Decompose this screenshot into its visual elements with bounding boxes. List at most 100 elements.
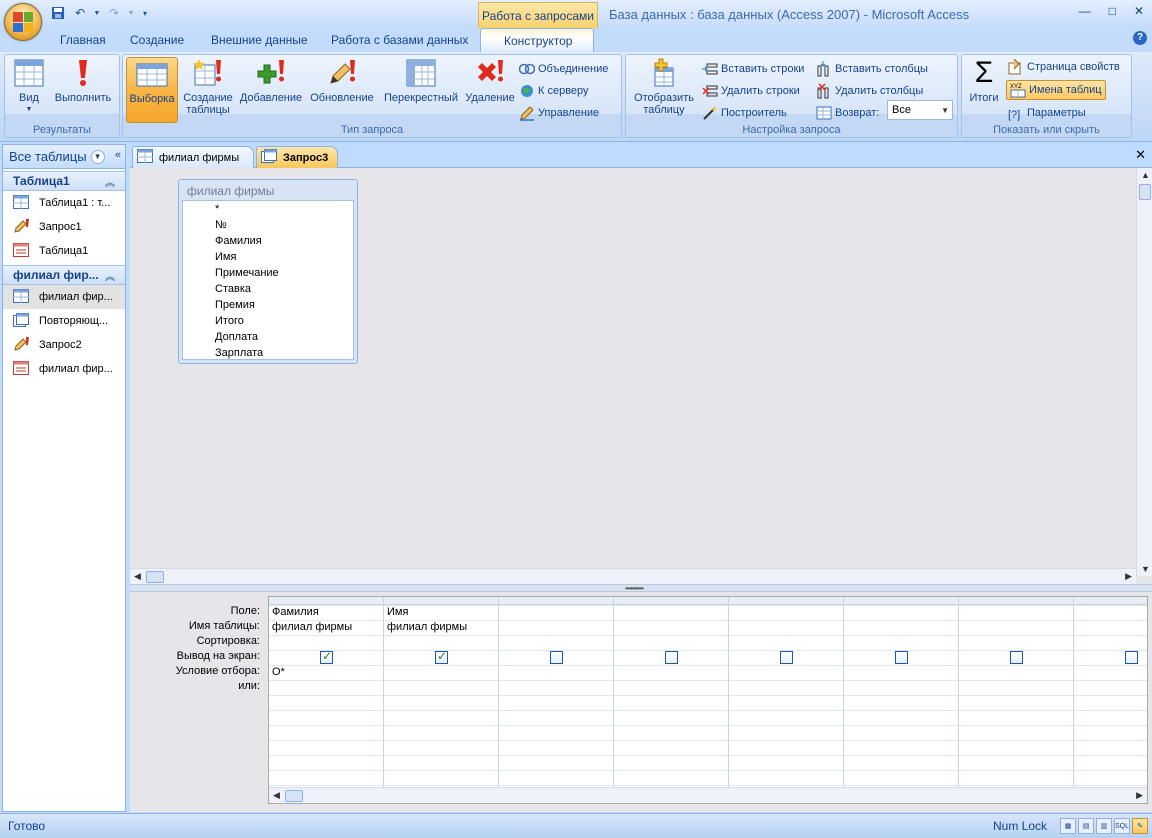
vertical-scrollbar[interactable]: ▲ ▼	[1136, 168, 1152, 576]
datasheet-view-icon[interactable]: ▦	[1060, 818, 1076, 834]
save-icon[interactable]	[50, 5, 66, 21]
table-names-button[interactable]: XYZ Имена таблиц	[1006, 80, 1106, 100]
union-query-button[interactable]: Объединение	[519, 61, 608, 77]
tab-create[interactable]: Создание	[130, 33, 184, 47]
scroll-down-icon[interactable]: ▼	[1141, 564, 1150, 574]
grid-cell-criteria[interactable]	[614, 665, 729, 680]
run-button[interactable]: Выполнить	[51, 57, 115, 104]
maximize-icon[interactable]: □	[1109, 4, 1116, 18]
show-checkbox[interactable]	[550, 651, 563, 664]
grid-cell-field[interactable]: Имя	[384, 605, 499, 620]
pivot-chart-view-icon[interactable]: ▥	[1096, 818, 1112, 834]
field-item[interactable]: Имя	[183, 249, 353, 265]
grid-cell-table[interactable]	[729, 620, 844, 635]
double-chevron-left-icon[interactable]: «	[115, 149, 121, 161]
redo-icon[interactable]: ↷	[106, 5, 122, 21]
office-button[interactable]	[4, 3, 42, 41]
return-dropdown[interactable]: Все ▼	[887, 100, 953, 120]
grid-cell-criteria[interactable]	[384, 665, 499, 680]
totals-button[interactable]: Σ Итоги	[964, 57, 1004, 105]
select-query-button[interactable]: Выборка	[126, 57, 178, 123]
append-query-button[interactable]: Добавление	[237, 57, 305, 104]
field-item[interactable]: №	[183, 217, 353, 233]
show-table-button[interactable]: Отобразить таблицу	[628, 57, 700, 116]
nav-item-query1[interactable]: Запрос1	[3, 215, 125, 239]
double-chevron-up-icon[interactable]: ︽	[105, 174, 115, 189]
tab-home[interactable]: Главная	[60, 33, 106, 47]
show-checkbox[interactable]	[435, 649, 448, 664]
chevron-down-icon[interactable]: ▼	[90, 149, 105, 164]
show-checkbox[interactable]	[895, 651, 908, 664]
grid-cell-table[interactable]	[499, 620, 614, 635]
nav-group-branch[interactable]: филиал фир... ︽	[3, 265, 125, 285]
field-item[interactable]: Премия	[183, 297, 353, 313]
builder-button[interactable]: Построитель	[702, 105, 787, 121]
grid-cell-field[interactable]: Фамилия	[269, 605, 384, 620]
grid-cell-field[interactable]	[614, 605, 729, 620]
insert-rows-button[interactable]: Вставить строки	[702, 61, 804, 77]
undo-dropdown-icon[interactable]: ▼	[94, 5, 101, 21]
double-chevron-up-icon[interactable]: ︽	[105, 268, 115, 283]
grid-cell-criteria[interactable]	[729, 665, 844, 680]
tab-external-data[interactable]: Внешние данные	[211, 33, 308, 47]
close-document-icon[interactable]: ✕	[1135, 147, 1146, 163]
grid-cell-criteria[interactable]	[1074, 665, 1147, 680]
grid-cell-criteria[interactable]: О*	[269, 665, 384, 680]
delete-rows-button[interactable]: Удалить строки	[702, 83, 800, 99]
nav-item-table1-form[interactable]: Таблица1	[3, 239, 125, 263]
show-checkbox[interactable]	[780, 651, 793, 664]
field-item[interactable]: Ставка	[183, 281, 353, 297]
show-checkbox[interactable]	[1125, 651, 1138, 664]
field-item[interactable]: Фамилия	[183, 233, 353, 249]
horizontal-scrollbar-grid[interactable]: ◀ ▶	[269, 787, 1147, 803]
nav-item-branch-table[interactable]: филиал фир...	[3, 285, 125, 309]
crosstab-query-button[interactable]: Перекрестный	[379, 57, 463, 104]
grid-cell-field[interactable]	[959, 605, 1074, 620]
scroll-right-icon[interactable]: ▶	[1125, 571, 1132, 582]
update-query-button[interactable]: Обновление	[307, 57, 377, 104]
undo-icon[interactable]: ↶	[72, 5, 88, 21]
insert-columns-button[interactable]: Вставить столбцы	[816, 61, 928, 77]
field-item[interactable]: *	[183, 201, 353, 217]
scrollbar-thumb[interactable]	[146, 571, 164, 583]
grid-cell-criteria[interactable]	[499, 665, 614, 680]
minimize-icon[interactable]: —	[1079, 4, 1091, 18]
close-icon[interactable]: ✕	[1134, 4, 1144, 18]
grid-cell-field[interactable]	[844, 605, 959, 620]
field-item[interactable]: Примечание	[183, 265, 353, 281]
field-item[interactable]: Итого	[183, 313, 353, 329]
scroll-left-icon[interactable]: ◀	[134, 571, 141, 582]
scroll-left-icon[interactable]: ◀	[273, 790, 280, 801]
scrollbar-thumb[interactable]	[285, 790, 303, 802]
customize-toolbar-icon[interactable]: ▾	[140, 5, 150, 21]
grid-cell-field[interactable]	[729, 605, 844, 620]
help-icon[interactable]: ?	[1133, 31, 1147, 45]
data-definition-button[interactable]: Управление	[519, 105, 599, 121]
nav-group-table1[interactable]: Таблица1 ︽	[3, 171, 125, 191]
nav-item-branch-form[interactable]: филиал фир...	[3, 357, 125, 381]
pane-splitter[interactable]: ••••••••••	[130, 584, 1152, 593]
make-table-button[interactable]: Создание таблицы	[181, 57, 235, 116]
grid-cell-criteria[interactable]	[959, 665, 1074, 680]
delete-query-button[interactable]: Удаление	[463, 57, 517, 104]
property-sheet-button[interactable]: Страница свойств	[1008, 59, 1120, 75]
horizontal-scrollbar-upper[interactable]: ◀ ▶	[130, 568, 1136, 584]
doc-tab-branch-table[interactable]: филиал фирмы	[132, 146, 254, 168]
scroll-right-icon[interactable]: ▶	[1136, 790, 1143, 801]
grid-cell-table[interactable]: филиал фирмы	[384, 620, 499, 635]
nav-item-query2[interactable]: Запрос2	[3, 333, 125, 357]
grid-cell-table[interactable]	[959, 620, 1074, 635]
grid-cell-field[interactable]	[1074, 605, 1147, 620]
redo-dropdown-icon[interactable]: ▼	[128, 5, 135, 21]
view-button[interactable]: Вид ▼	[9, 57, 49, 116]
grid-cell-table[interactable]	[1074, 620, 1147, 635]
nav-item-table1-linked[interactable]: Таблица1 : т...	[3, 191, 125, 215]
field-item[interactable]: Зарплата	[183, 345, 353, 361]
tab-design[interactable]: Конструктор	[480, 28, 594, 52]
grid-cell-table[interactable]	[614, 620, 729, 635]
tab-database-tools[interactable]: Работа с базами данных	[331, 33, 468, 47]
sql-view-button[interactable]: SQL	[1114, 818, 1130, 834]
doc-tab-query3[interactable]: Запрос3	[256, 146, 338, 168]
design-view-icon[interactable]: ✎	[1132, 818, 1148, 834]
field-item[interactable]: Доплата	[183, 329, 353, 345]
